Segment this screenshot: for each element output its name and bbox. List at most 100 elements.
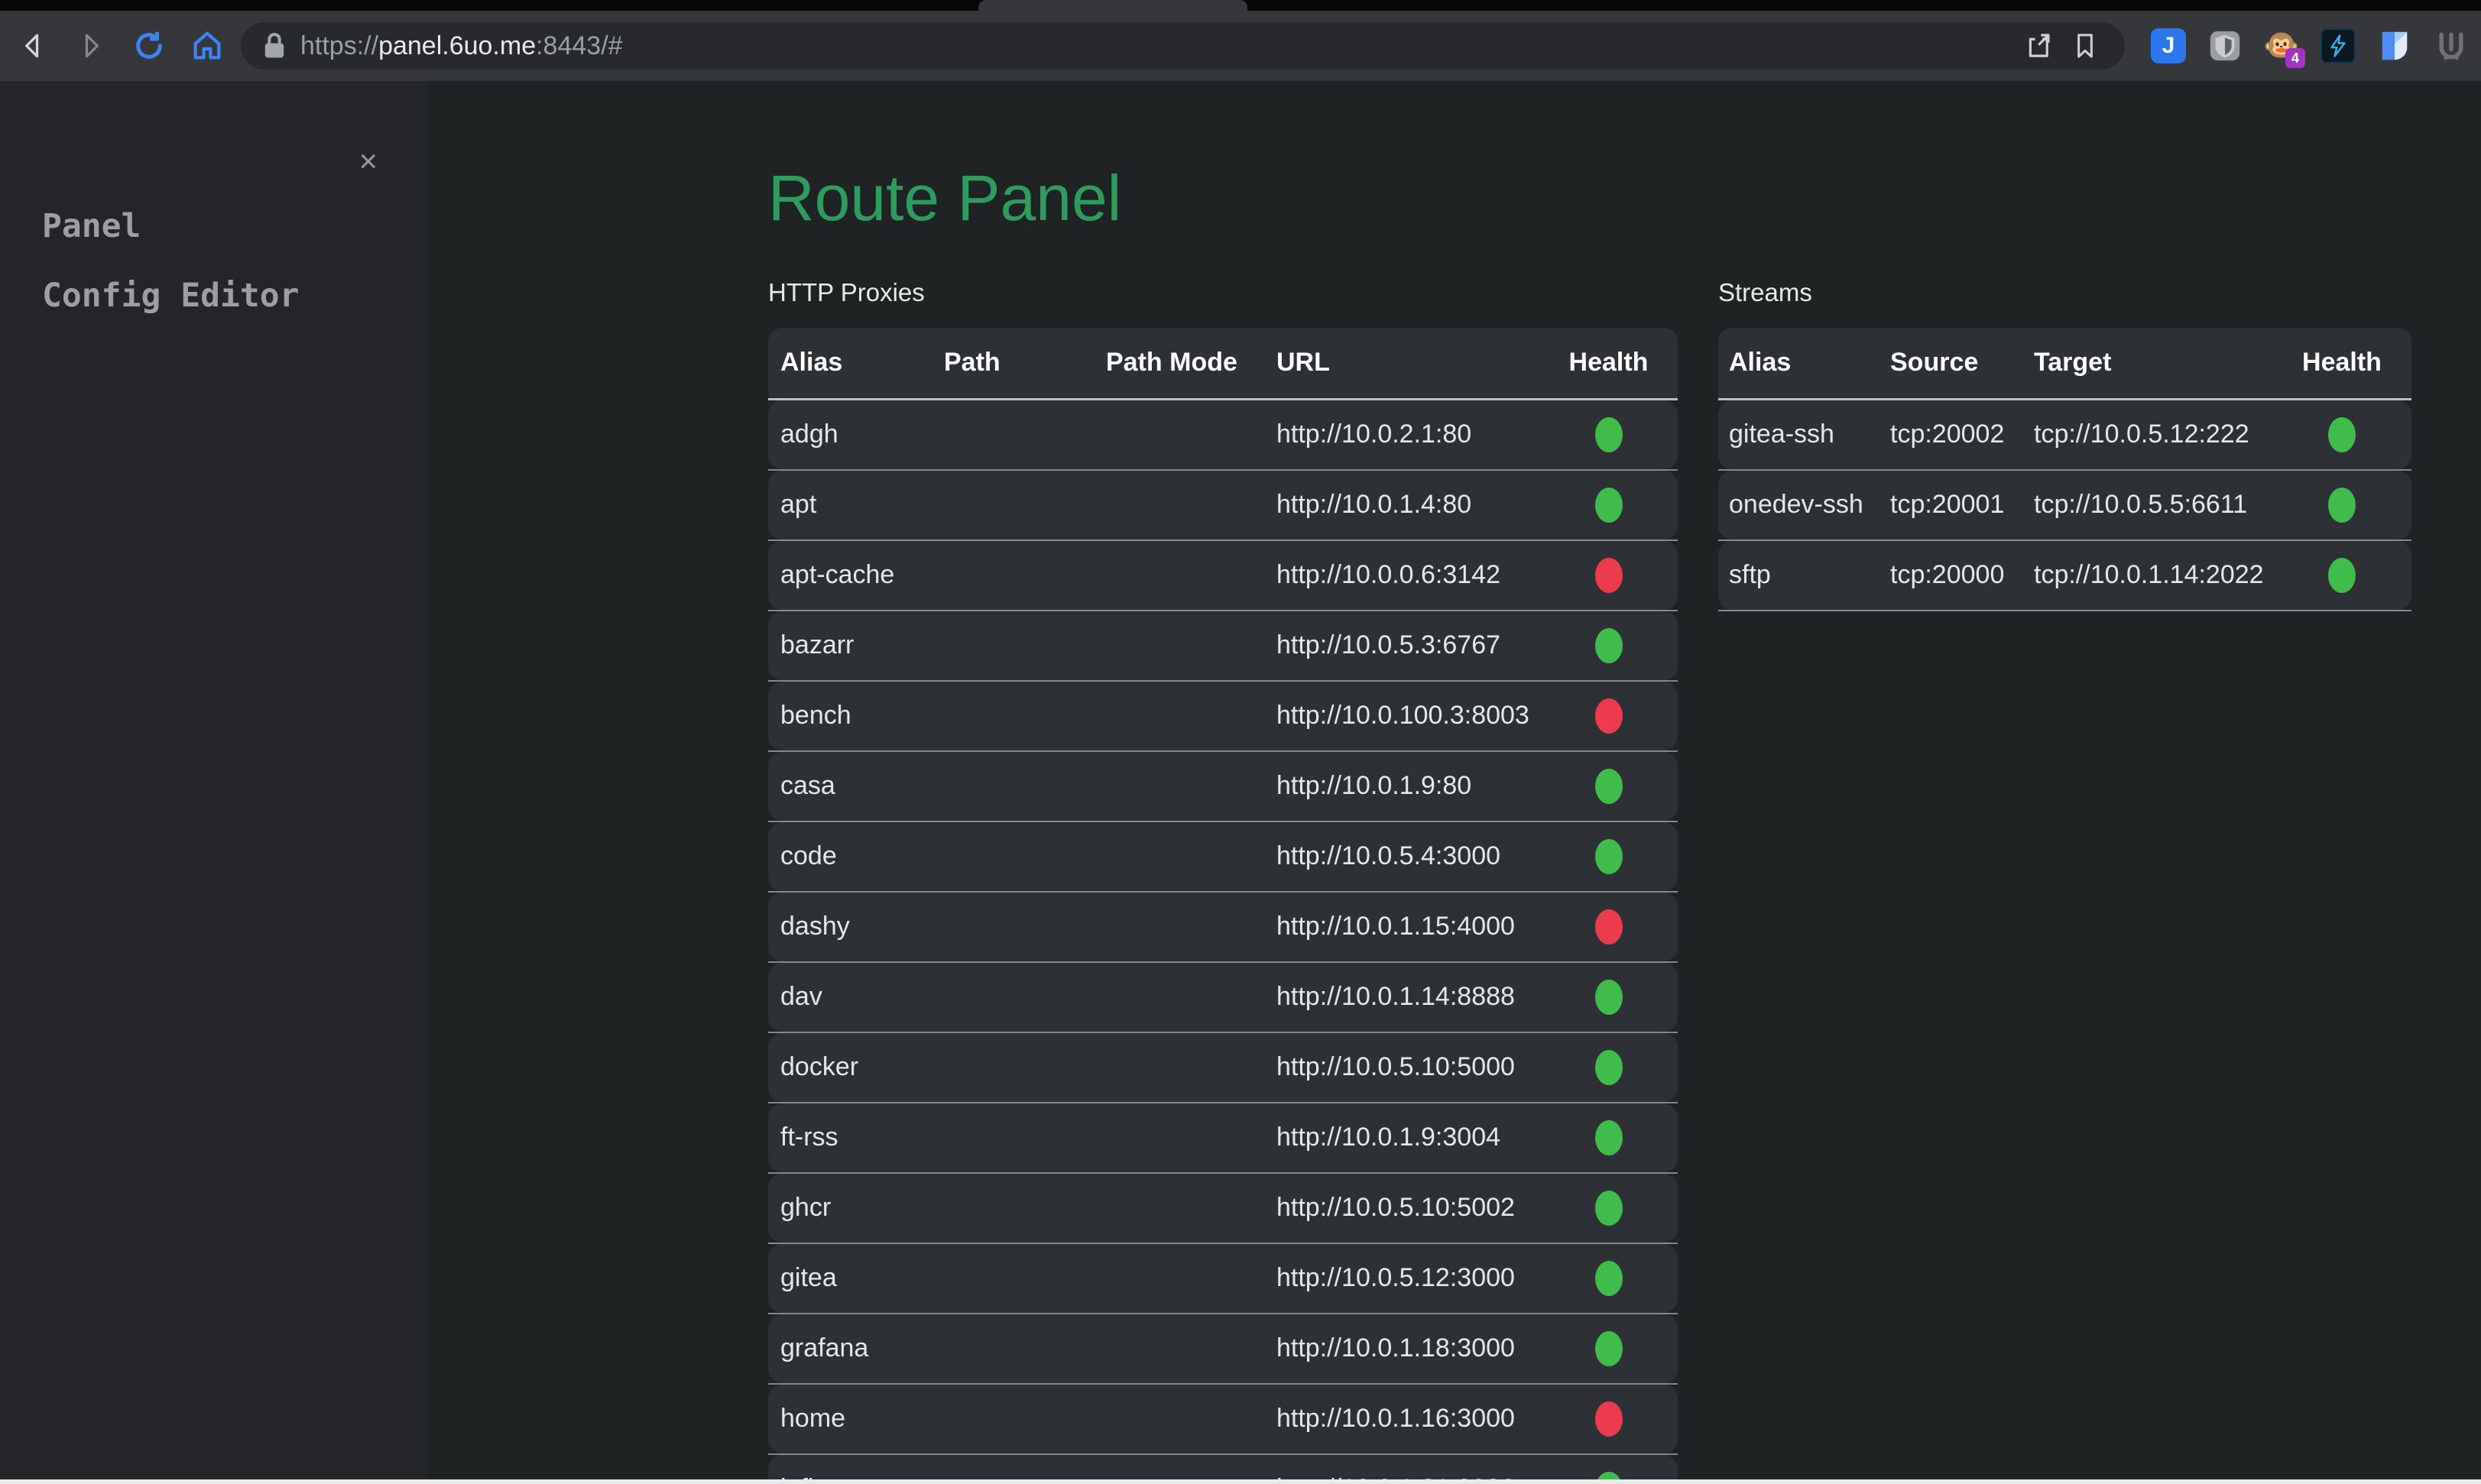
cell-alias: ft-rss xyxy=(768,1123,944,1152)
cell-alias: bazarr xyxy=(768,630,944,660)
cell-alias: bench xyxy=(768,701,944,731)
health-dot xyxy=(1595,488,1623,523)
streams-table: AliasSourceTargetHealth gitea-ssh tcp:20… xyxy=(1718,328,2411,611)
address-bar[interactable]: https://panel.6uo.me:8443/# xyxy=(241,22,2125,70)
cell-health xyxy=(1552,417,1665,452)
cell-alias: onedev-ssh xyxy=(1718,490,1890,520)
cell-url: http://10.0.1.18:3000 xyxy=(1276,1333,1552,1363)
cell-health xyxy=(1552,698,1665,734)
cell-alias: home xyxy=(768,1404,944,1434)
cell-source: tcp:20001 xyxy=(1890,490,2034,520)
back-icon xyxy=(16,29,50,63)
column-header-target: Target xyxy=(2034,348,2285,377)
cell-alias: docker xyxy=(768,1052,944,1082)
table-row: influx http://10.0.1.21:8086 xyxy=(768,1455,1678,1479)
cell-url: http://10.0.5.10:5000 xyxy=(1276,1052,1552,1082)
streams-rows: gitea-ssh tcp:20002 tcp://10.0.5.12:222 … xyxy=(1718,400,2411,610)
column-header-alias: Alias xyxy=(768,348,944,377)
home-icon xyxy=(190,28,225,63)
column-header-health: Health xyxy=(2285,348,2399,377)
extension-shield-icon[interactable] xyxy=(2207,28,2243,63)
extension-lightning-icon[interactable] xyxy=(2320,28,2356,63)
cell-health xyxy=(1552,488,1665,523)
cell-url: http://10.0.5.3:6767 xyxy=(1276,630,1552,660)
health-dot xyxy=(1595,1191,1623,1226)
health-dot xyxy=(1595,909,1623,945)
table-row: onedev-ssh tcp:20001 tcp://10.0.5.5:6611 xyxy=(1718,471,2411,539)
extensions-bar: J 🐵 4 xyxy=(2125,28,2481,63)
cell-alias: sftp xyxy=(1718,560,1890,590)
cell-target: tcp://10.0.1.14:2022 xyxy=(2034,560,2285,590)
cell-health xyxy=(1552,980,1665,1015)
cell-url: http://10.0.5.10:5002 xyxy=(1276,1193,1552,1223)
cell-alias: gitea xyxy=(768,1263,944,1293)
extension-monkey-icon[interactable]: 🐵 4 xyxy=(2264,28,2299,63)
url-text: https://panel.6uo.me:8443/# xyxy=(300,31,623,61)
sidebar-item-config-editor[interactable]: Config Editor xyxy=(42,261,428,331)
cell-alias: grafana xyxy=(768,1333,944,1363)
cell-health xyxy=(1552,1261,1665,1296)
table-row: apt http://10.0.1.4:80 xyxy=(768,471,1678,539)
shield-icon xyxy=(2207,28,2243,63)
http-proxies-heading: HTTP Proxies xyxy=(768,278,1678,307)
url-host: panel.6uo.me xyxy=(378,31,536,60)
column-header-health: Health xyxy=(1552,348,1665,377)
cell-alias: dashy xyxy=(768,912,944,941)
app-window: × PanelConfig Editor Route Panel HTTP Pr… xyxy=(0,81,2481,1479)
cell-health xyxy=(1552,1401,1665,1437)
health-dot xyxy=(1595,698,1623,734)
sidebar-close-button[interactable]: × xyxy=(358,145,378,177)
cell-url: http://10.0.1.15:4000 xyxy=(1276,912,1552,941)
lightning-icon xyxy=(2325,33,2351,59)
cell-target: tcp://10.0.5.12:222 xyxy=(2034,420,2285,449)
home-button[interactable] xyxy=(190,28,225,63)
health-dot xyxy=(1595,1331,1623,1366)
health-dot xyxy=(2328,558,2356,593)
monkey-badge: 4 xyxy=(2285,48,2305,68)
http-proxies-header-row: AliasPathPath ModeURLHealth xyxy=(768,328,1678,398)
cell-url: http://10.0.1.9:3004 xyxy=(1276,1123,1552,1152)
share-button[interactable] xyxy=(2021,29,2055,63)
column-header-path: Path xyxy=(944,348,1106,377)
forward-button[interactable] xyxy=(73,28,109,63)
active-tab-notch[interactable] xyxy=(978,0,1247,11)
cell-alias: apt xyxy=(768,490,944,520)
sidebar-item-panel[interactable]: Panel xyxy=(42,192,428,261)
extension-flag-icon[interactable] xyxy=(2377,28,2412,63)
cell-health xyxy=(1552,1191,1665,1226)
sidebar-menu: PanelConfig Editor xyxy=(0,81,428,331)
browser-toolbar: https://panel.6uo.me:8443/# J 🐵 xyxy=(0,11,2481,81)
cell-health xyxy=(1552,1331,1665,1366)
cell-url: http://10.0.1.16:3000 xyxy=(1276,1404,1552,1434)
cell-target: tcp://10.0.5.5:6611 xyxy=(2034,490,2285,520)
cell-url: http://10.0.1.21:8086 xyxy=(1276,1474,1552,1479)
cell-alias: gitea-ssh xyxy=(1718,420,1890,449)
bookmark-button[interactable] xyxy=(2068,29,2102,63)
cell-url: http://10.0.5.12:3000 xyxy=(1276,1263,1552,1293)
table-row: apt-cache http://10.0.0.6:3142 xyxy=(768,541,1678,610)
cell-url: http://10.0.0.6:3142 xyxy=(1276,560,1552,590)
refresh-icon xyxy=(131,28,167,63)
cell-health xyxy=(1552,1472,1665,1479)
health-dot xyxy=(1595,628,1623,663)
back-button[interactable] xyxy=(15,28,50,63)
table-row: ghcr http://10.0.5.10:5002 xyxy=(768,1174,1678,1243)
main-content: Route Panel HTTP Proxies AliasPathPath M… xyxy=(428,81,2481,1479)
extension-j-icon[interactable]: J xyxy=(2151,28,2186,63)
cell-health xyxy=(1552,839,1665,874)
http-proxies-section: HTTP Proxies AliasPathPath ModeURLHealth… xyxy=(768,278,1678,1479)
health-dot xyxy=(1595,769,1623,804)
cell-url: http://10.0.1.4:80 xyxy=(1276,490,1552,520)
cell-alias: dav xyxy=(768,982,944,1012)
cell-alias: apt-cache xyxy=(768,560,944,590)
cell-health xyxy=(1552,909,1665,945)
tables-row: HTTP Proxies AliasPathPath ModeURLHealth… xyxy=(768,278,2411,1479)
refresh-button[interactable] xyxy=(131,28,167,63)
bookmark-icon xyxy=(2070,31,2100,61)
health-dot xyxy=(1595,980,1623,1015)
health-dot xyxy=(1595,1050,1623,1085)
streams-heading: Streams xyxy=(1718,278,2411,307)
bottom-edge-strip xyxy=(0,1479,2481,1484)
extension-w-icon[interactable] xyxy=(2434,28,2469,63)
cell-source: tcp:20002 xyxy=(1890,420,2034,449)
